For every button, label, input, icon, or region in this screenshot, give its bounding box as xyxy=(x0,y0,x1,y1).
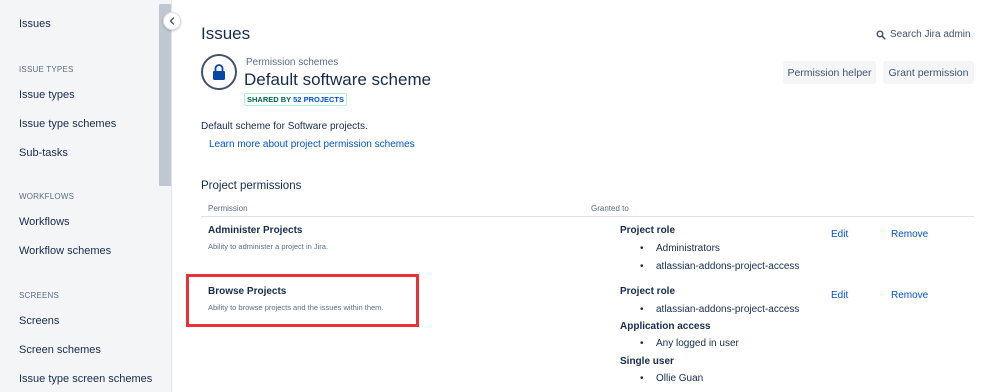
sidebar-item-screens[interactable]: Screens xyxy=(19,315,59,327)
grant-type-application-access: Application access xyxy=(620,321,711,332)
table-header-divider xyxy=(201,216,974,217)
permission-helper-button[interactable]: Permission helper xyxy=(783,61,876,84)
sidebar-item-issue-type-schemes[interactable]: Issue type schemes xyxy=(19,118,116,130)
chevron-left-icon xyxy=(169,17,175,25)
sidebar-item-issues[interactable]: Issues xyxy=(19,18,51,30)
scheme-avatar xyxy=(201,54,237,90)
sidebar-scrollbar[interactable] xyxy=(159,4,171,186)
shared-by-badge[interactable]: SHARED BY 52 PROJECTS xyxy=(244,93,347,106)
remove-link-administer-projects[interactable]: Remove xyxy=(891,229,928,240)
grant-item-any-logged-in-user: Any logged in user xyxy=(640,338,739,349)
sidebar-item-workflow-schemes[interactable]: Workflow schemes xyxy=(19,245,111,257)
sidebar-item-issue-type-screen-schemes[interactable]: Issue type screen schemes xyxy=(19,373,152,385)
breadcrumb-permission-schemes[interactable]: Permission schemes xyxy=(246,57,338,68)
column-header-permission: Permission xyxy=(208,204,248,213)
page-title: Issues xyxy=(201,24,251,43)
project-permissions-heading: Project permissions xyxy=(201,180,302,192)
sidebar-item-screen-schemes[interactable]: Screen schemes xyxy=(19,344,101,356)
sidebar-heading-workflows: WORKFLOWS xyxy=(19,192,75,201)
sidebar-item-workflows[interactable]: Workflows xyxy=(19,216,70,228)
grant-type-project-role: Project role xyxy=(620,225,676,236)
shared-project-count: 52 PROJECTS xyxy=(293,95,344,104)
sidebar-heading-screens: SCREENS xyxy=(19,291,60,300)
scheme-title: Default software scheme xyxy=(244,70,432,89)
remove-link-browse-projects[interactable]: Remove xyxy=(891,290,928,301)
grant-type-single-user: Single user xyxy=(620,356,674,367)
sidebar-item-sub-tasks[interactable]: Sub-tasks xyxy=(19,147,68,159)
scheme-description: Default scheme for Software projects. xyxy=(201,121,368,132)
search-jira-admin-label: Search Jira admin xyxy=(890,29,971,40)
sidebar: Issues ISSUE TYPES Issue types Issue typ… xyxy=(0,0,172,392)
search-icon xyxy=(876,30,886,40)
search-jira-admin-link[interactable]: Search Jira admin xyxy=(876,29,971,40)
collapse-sidebar-button[interactable] xyxy=(163,12,181,30)
permission-description-administer-projects: Ability to administer a project in Jira. xyxy=(208,242,329,251)
grant-type-project-role: Project role xyxy=(620,286,676,297)
permission-name-administer-projects: Administer Projects xyxy=(208,225,303,236)
grant-item-addons-project-access: atlassian-addons-project-access xyxy=(640,261,799,272)
grant-permission-button[interactable]: Grant permission xyxy=(883,61,974,84)
shared-by-prefix: SHARED BY xyxy=(247,95,292,104)
column-header-granted-to: Granted to xyxy=(591,204,629,213)
highlight-annotation-box xyxy=(186,274,419,327)
sidebar-heading-issue-types: ISSUE TYPES xyxy=(19,65,74,74)
lock-icon xyxy=(213,63,225,80)
grant-item-administrators: Administrators xyxy=(640,243,720,254)
edit-link-browse-projects[interactable]: Edit xyxy=(831,290,848,301)
grant-item-ollie-guan: Ollie Guan xyxy=(640,373,703,384)
grant-item-addons-project-access: atlassian-addons-project-access xyxy=(640,304,799,315)
edit-link-administer-projects[interactable]: Edit xyxy=(831,229,848,240)
learn-more-link[interactable]: Learn more about project permission sche… xyxy=(209,139,415,150)
sidebar-item-issue-types[interactable]: Issue types xyxy=(19,89,75,101)
